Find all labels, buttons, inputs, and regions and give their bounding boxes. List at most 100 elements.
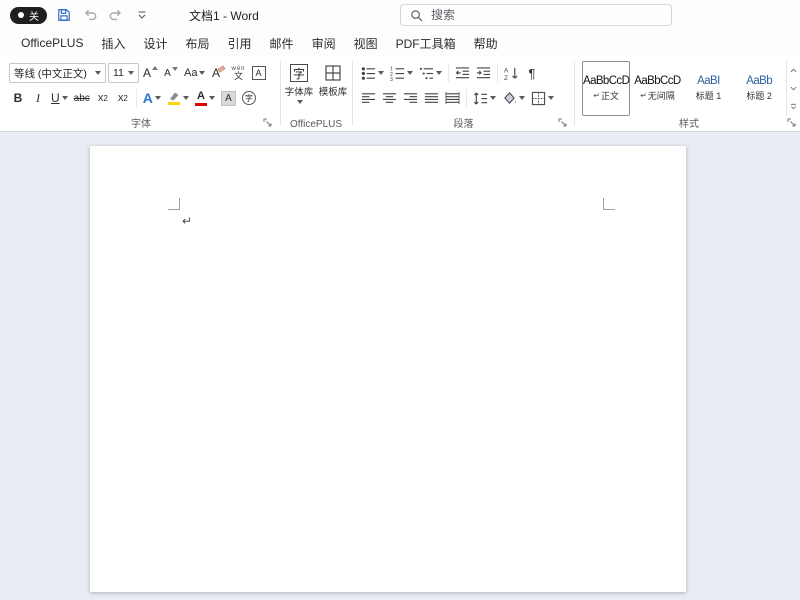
font-name-select[interactable]: 等线 (中文正文): [9, 63, 106, 83]
phonetic-guide-icon: wén 文: [231, 66, 245, 81]
tab-layout[interactable]: 布局: [177, 30, 219, 56]
phonetic-guide-button[interactable]: wén 文: [229, 63, 247, 83]
chevron-down-icon: [378, 71, 384, 75]
font-library-icon: 字: [290, 64, 308, 82]
save-button[interactable]: [55, 6, 73, 24]
align-right-button[interactable]: [401, 88, 420, 108]
chevron-down-icon: [183, 96, 189, 100]
undo-button[interactable]: [81, 6, 99, 24]
redo-button[interactable]: [107, 6, 125, 24]
chevron-down-icon: [95, 71, 101, 75]
italic-button[interactable]: I: [29, 88, 47, 108]
multilevel-list-icon: [419, 66, 434, 81]
character-border-button[interactable]: A: [250, 63, 268, 83]
style-no-spacing[interactable]: AaBbCcD ↵无间隔: [633, 61, 681, 116]
tab-references[interactable]: 引用: [219, 30, 261, 56]
group-divider: [574, 61, 575, 126]
toggle-label: 关: [29, 8, 39, 23]
underline-button[interactable]: U: [49, 88, 70, 108]
paragraph-end-mark: ↵: [182, 214, 192, 228]
tab-pdf-toolbox[interactable]: PDF工具箱: [387, 30, 465, 56]
enclose-characters-button[interactable]: 字: [240, 88, 258, 108]
bullets-button[interactable]: [359, 63, 386, 83]
justify-icon: [424, 91, 439, 106]
undo-icon: [83, 9, 97, 22]
font-library-button[interactable]: 字 字体库: [284, 62, 315, 104]
styles-gallery-down-button[interactable]: [787, 79, 799, 97]
tab-design[interactable]: 设计: [135, 30, 177, 56]
search-box[interactable]: [400, 4, 672, 26]
dialog-launcher-icon: [558, 118, 568, 128]
font-size-select[interactable]: 11: [108, 63, 139, 83]
multilevel-list-button[interactable]: [417, 63, 444, 83]
officeplus-group-label: OfficePLUS: [283, 119, 349, 130]
tab-view[interactable]: 视图: [345, 30, 387, 56]
font-group-label: 字体: [6, 115, 276, 130]
caret-down-icon: [172, 67, 178, 71]
search-input[interactable]: [429, 7, 649, 23]
subscript-button[interactable]: x2: [94, 88, 112, 108]
qat-customize-button[interactable]: [133, 6, 151, 24]
margin-crop-mark-top-right: [603, 198, 615, 210]
borders-button[interactable]: [529, 88, 556, 108]
paragraph-mark-icon: ↵: [593, 91, 600, 100]
align-left-button[interactable]: [359, 88, 378, 108]
dialog-launcher-icon: [787, 118, 797, 128]
font-name-value: 等线 (中文正文): [14, 66, 87, 81]
ribbon: 等线 (中文正文) 11 A A Aa A: [0, 56, 800, 132]
character-shading-button[interactable]: A: [219, 88, 238, 108]
shading-bucket-icon: [502, 91, 517, 106]
strikethrough-button[interactable]: abc: [72, 88, 92, 108]
chevron-down-icon: [128, 71, 134, 75]
show-hide-marks-button[interactable]: ¶: [523, 63, 541, 83]
increase-indent-icon: [476, 66, 491, 81]
toggle-dot-icon: [18, 12, 24, 18]
chevron-down-icon: [490, 96, 496, 100]
sort-button[interactable]: A Z: [502, 63, 521, 83]
template-library-button[interactable]: 模板库: [318, 62, 349, 104]
align-center-button[interactable]: [380, 88, 399, 108]
sort-icon: A Z: [504, 66, 519, 81]
text-effects-button[interactable]: A: [141, 88, 163, 108]
align-right-icon: [403, 91, 418, 106]
style-heading-1[interactable]: AaBI 标题 1: [685, 61, 733, 116]
style-heading-2[interactable]: AaBb 标题 2: [735, 61, 783, 116]
styles-gallery-up-button[interactable]: [787, 61, 799, 79]
quick-access-toolbar: 关: [10, 6, 151, 24]
styles-dialog-launcher[interactable]: [786, 117, 797, 128]
change-case-button[interactable]: Aa: [182, 63, 207, 83]
justify-button[interactable]: [422, 88, 441, 108]
shrink-font-button[interactable]: A: [162, 63, 180, 83]
clear-formatting-button[interactable]: A: [209, 63, 227, 83]
tab-help[interactable]: 帮助: [465, 30, 507, 56]
style-normal[interactable]: AaBbCcD ↵正文: [582, 61, 630, 116]
tab-officeplus[interactable]: OfficePLUS: [12, 30, 92, 56]
tab-insert[interactable]: 插入: [92, 30, 134, 56]
styles-gallery: AaBbCcD ↵正文 AaBbCcD ↵无间隔 AaBI 标题 1 AaBb …: [582, 61, 783, 116]
distribute-button[interactable]: [443, 88, 462, 108]
line-spacing-button[interactable]: [471, 88, 498, 108]
superscript-button[interactable]: x2: [114, 88, 132, 108]
styles-gallery-more-button[interactable]: [787, 98, 799, 116]
chevron-down-icon: [209, 96, 215, 100]
bold-button[interactable]: B: [9, 88, 27, 108]
toggle-pill[interactable]: 关: [10, 7, 47, 24]
underline-icon: U: [51, 91, 60, 105]
tab-mailings[interactable]: 邮件: [261, 30, 303, 56]
increase-indent-button[interactable]: [474, 63, 493, 83]
paragraph-mark-icon: ↵: [640, 91, 647, 100]
paragraph-dialog-launcher[interactable]: [557, 117, 568, 128]
grow-font-button[interactable]: A: [141, 63, 160, 83]
font-color-button[interactable]: A: [193, 88, 217, 108]
align-left-icon: [361, 91, 376, 106]
highlight-button[interactable]: [165, 88, 191, 108]
document-area: ↵: [0, 132, 800, 600]
group-divider: [280, 61, 281, 126]
shading-button[interactable]: [500, 88, 527, 108]
font-dialog-launcher[interactable]: [262, 117, 273, 128]
tab-review[interactable]: 审阅: [303, 30, 345, 56]
decrease-indent-button[interactable]: [453, 63, 472, 83]
numbering-button[interactable]: 1 2 3: [388, 63, 415, 83]
document-page[interactable]: ↵: [90, 146, 686, 592]
divider: [136, 89, 137, 107]
